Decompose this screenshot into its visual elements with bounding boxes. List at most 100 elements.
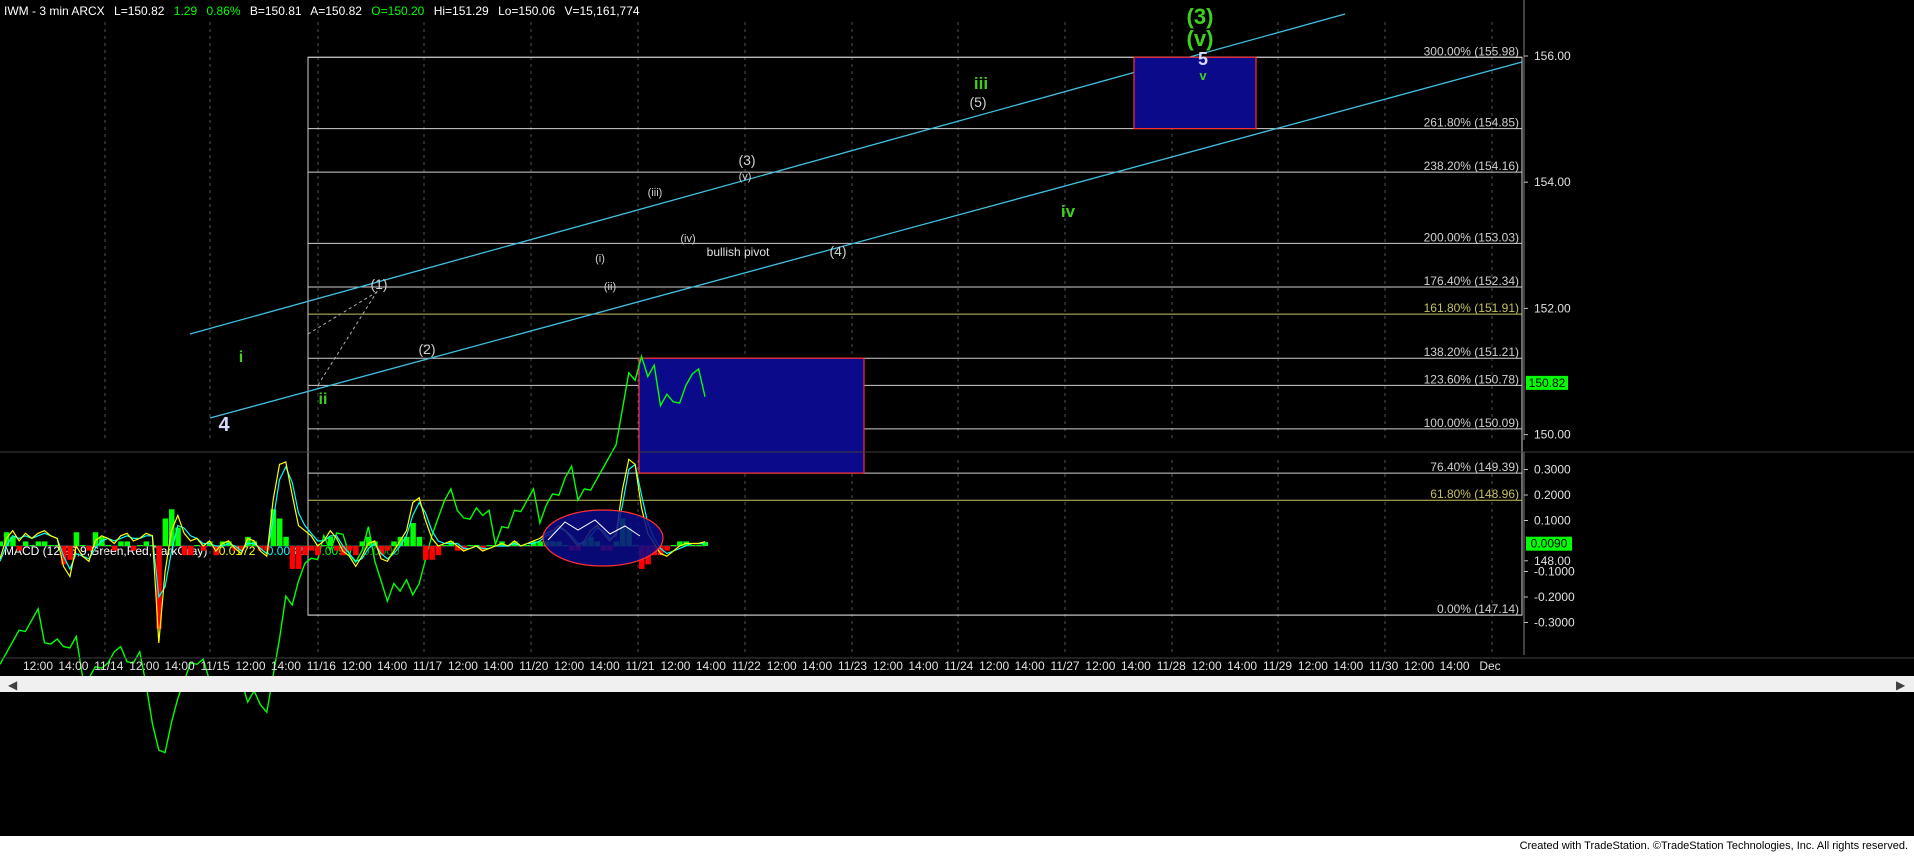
bullish-pivot-label: bullish pivot bbox=[707, 245, 770, 259]
macd-histogram-bar bbox=[689, 545, 696, 546]
time-tick-label: 14:00 bbox=[908, 659, 938, 673]
wave-label-3: (3) bbox=[738, 152, 755, 168]
low-text: Lo=150.06 bbox=[498, 4, 555, 18]
fib-level-label: 76.40% (149.39) bbox=[1430, 460, 1519, 474]
wave-label-i: i bbox=[239, 349, 243, 366]
volume-text: V=15,161,774 bbox=[564, 4, 639, 18]
price-tick-label: 154.00 bbox=[1534, 175, 1571, 189]
macd-histogram-bar bbox=[670, 545, 677, 546]
time-tick-label: 12:00 bbox=[873, 659, 903, 673]
fib-level-label: 300.00% (155.98) bbox=[1424, 44, 1519, 58]
macd-histogram-bar bbox=[111, 546, 118, 551]
wave-label-4: 4 bbox=[218, 414, 230, 436]
wave-label-v: v bbox=[1199, 68, 1207, 83]
macd-histogram-bar bbox=[80, 545, 86, 546]
macd-histogram-bar bbox=[130, 546, 137, 551]
macd-histogram-bar bbox=[416, 536, 423, 546]
time-tick-label: 14:00 bbox=[802, 659, 832, 673]
wave-label-4-paren: (4) bbox=[829, 243, 846, 259]
time-tick-label: 12:00 bbox=[23, 659, 53, 673]
macd-histogram-bar bbox=[442, 545, 448, 546]
time-tick-label: 14:00 bbox=[58, 659, 88, 673]
time-tick-label: 11/14 bbox=[94, 659, 123, 673]
macd-histogram-bar bbox=[359, 541, 366, 546]
macd-histogram-bar bbox=[35, 541, 42, 546]
macd-histogram-bar bbox=[194, 545, 200, 546]
macd-histogram-bar bbox=[162, 518, 169, 546]
time-tick-label: 12:00 bbox=[448, 659, 478, 673]
horizontal-scrollbar bbox=[0, 676, 1914, 692]
scroll-right-arrow: ▶ bbox=[1896, 678, 1906, 692]
time-tick-label: 12:00 bbox=[554, 659, 584, 673]
macd-histogram-bar bbox=[86, 546, 92, 551]
time-tick-label: 12:00 bbox=[235, 659, 265, 673]
macd-highlight-ellipse bbox=[542, 509, 664, 567]
wave-label-ii: ii bbox=[319, 391, 328, 408]
macd-histogram-bar bbox=[188, 546, 194, 556]
time-tick-label: 11/23 bbox=[838, 659, 867, 673]
time-tick-label: 12:00 bbox=[767, 659, 797, 673]
macd-histogram-bar bbox=[283, 536, 289, 546]
time-tick-label: 11/28 bbox=[1157, 659, 1186, 673]
macd-tick-label: -0.2000 bbox=[1534, 590, 1575, 604]
macd-histogram-bar bbox=[410, 523, 416, 546]
macd-histogram-bar bbox=[137, 545, 143, 546]
macd-histogram-bar bbox=[143, 541, 150, 546]
macd-histogram-bar bbox=[105, 545, 111, 546]
time-tick-label: 11/16 bbox=[307, 659, 336, 673]
macd-histogram-bar bbox=[467, 545, 473, 546]
tradestation-chart: IWM - 3 min ARCX L=150.82 1.29 0.86% B=1… bbox=[0, 0, 1914, 856]
fib-level-label: 238.20% (154.16) bbox=[1424, 159, 1519, 173]
symbol-text: IWM - 3 min ARCX bbox=[4, 4, 105, 18]
macd-histogram-bar bbox=[384, 546, 391, 551]
macd-last-tag: 0.0090 bbox=[1531, 537, 1568, 551]
macd-histogram-bar bbox=[118, 541, 124, 546]
time-tick-label: 11/22 bbox=[732, 659, 761, 673]
macd-histogram-bar bbox=[67, 546, 73, 560]
macd-histogram-bar bbox=[365, 536, 372, 546]
price-tick-label: 150.00 bbox=[1534, 428, 1571, 442]
change-text: 1.29 bbox=[174, 4, 198, 18]
time-tick-label: 12:00 bbox=[1192, 659, 1222, 673]
wave-label-i-minor: (i) bbox=[595, 253, 605, 265]
last-price-tag: 150.82 bbox=[1529, 376, 1566, 390]
macd-histogram-bar bbox=[435, 546, 442, 556]
fib-level-label: 138.20% (151.21) bbox=[1424, 345, 1519, 359]
time-tick-label: 14:00 bbox=[377, 659, 407, 673]
macd-histogram-bar bbox=[73, 532, 80, 546]
macd-histogram-bar bbox=[289, 546, 296, 569]
wave-label-iv-minor: (iv) bbox=[680, 233, 695, 245]
chart-canvas: IWM - 3 min ARCX L=150.82 1.29 0.86% B=1… bbox=[0, 0, 1914, 836]
time-tick-label: 14:00 bbox=[271, 659, 301, 673]
macd-histogram-bar bbox=[664, 546, 670, 551]
price-header: IWM - 3 min ARCX L=150.82 1.29 0.86% B=1… bbox=[4, 4, 640, 18]
wave-label-v-major: (v) bbox=[1187, 26, 1214, 51]
time-tick-label: Dec bbox=[1479, 659, 1500, 673]
macd-histogram-bar bbox=[315, 546, 321, 556]
time-tick-label: 14:00 bbox=[1121, 659, 1151, 673]
fib-level-label: 0.00% (147.14) bbox=[1437, 602, 1519, 616]
time-tick-label: 12:00 bbox=[342, 659, 372, 673]
wave-label-iv: iv bbox=[1061, 202, 1076, 221]
macd-histogram-bar bbox=[296, 546, 302, 569]
wave-label-v-minor: (v) bbox=[739, 171, 752, 183]
time-tick-label: 11/27 bbox=[1050, 659, 1079, 673]
time-tick-label: 14:00 bbox=[483, 659, 513, 673]
macd-histogram-bar bbox=[0, 541, 3, 546]
macd-tick-label: 0.2000 bbox=[1534, 488, 1571, 502]
wave-label-ii-minor: (ii) bbox=[604, 281, 616, 293]
macd-histogram-bar bbox=[321, 545, 327, 546]
macd-histogram-bar bbox=[696, 545, 702, 546]
fib-level-label: 100.00% (150.09) bbox=[1424, 416, 1519, 430]
macd-histogram-bar bbox=[48, 545, 54, 546]
fib-level-label: 200.00% (153.03) bbox=[1424, 230, 1519, 244]
price-tick-label: 156.00 bbox=[1534, 49, 1571, 63]
macd-tick-label: -0.3000 bbox=[1534, 616, 1575, 630]
macd-tick-label: 0.3000 bbox=[1534, 463, 1571, 477]
chart-background bbox=[0, 0, 1914, 836]
fib-level-label: 261.80% (154.85) bbox=[1424, 116, 1519, 130]
last-text: L=150.82 bbox=[114, 4, 165, 18]
change-pct-text: 0.86% bbox=[206, 4, 240, 18]
wave-label-5-paren: (5) bbox=[969, 94, 986, 110]
macd-histogram-bar bbox=[486, 545, 493, 546]
